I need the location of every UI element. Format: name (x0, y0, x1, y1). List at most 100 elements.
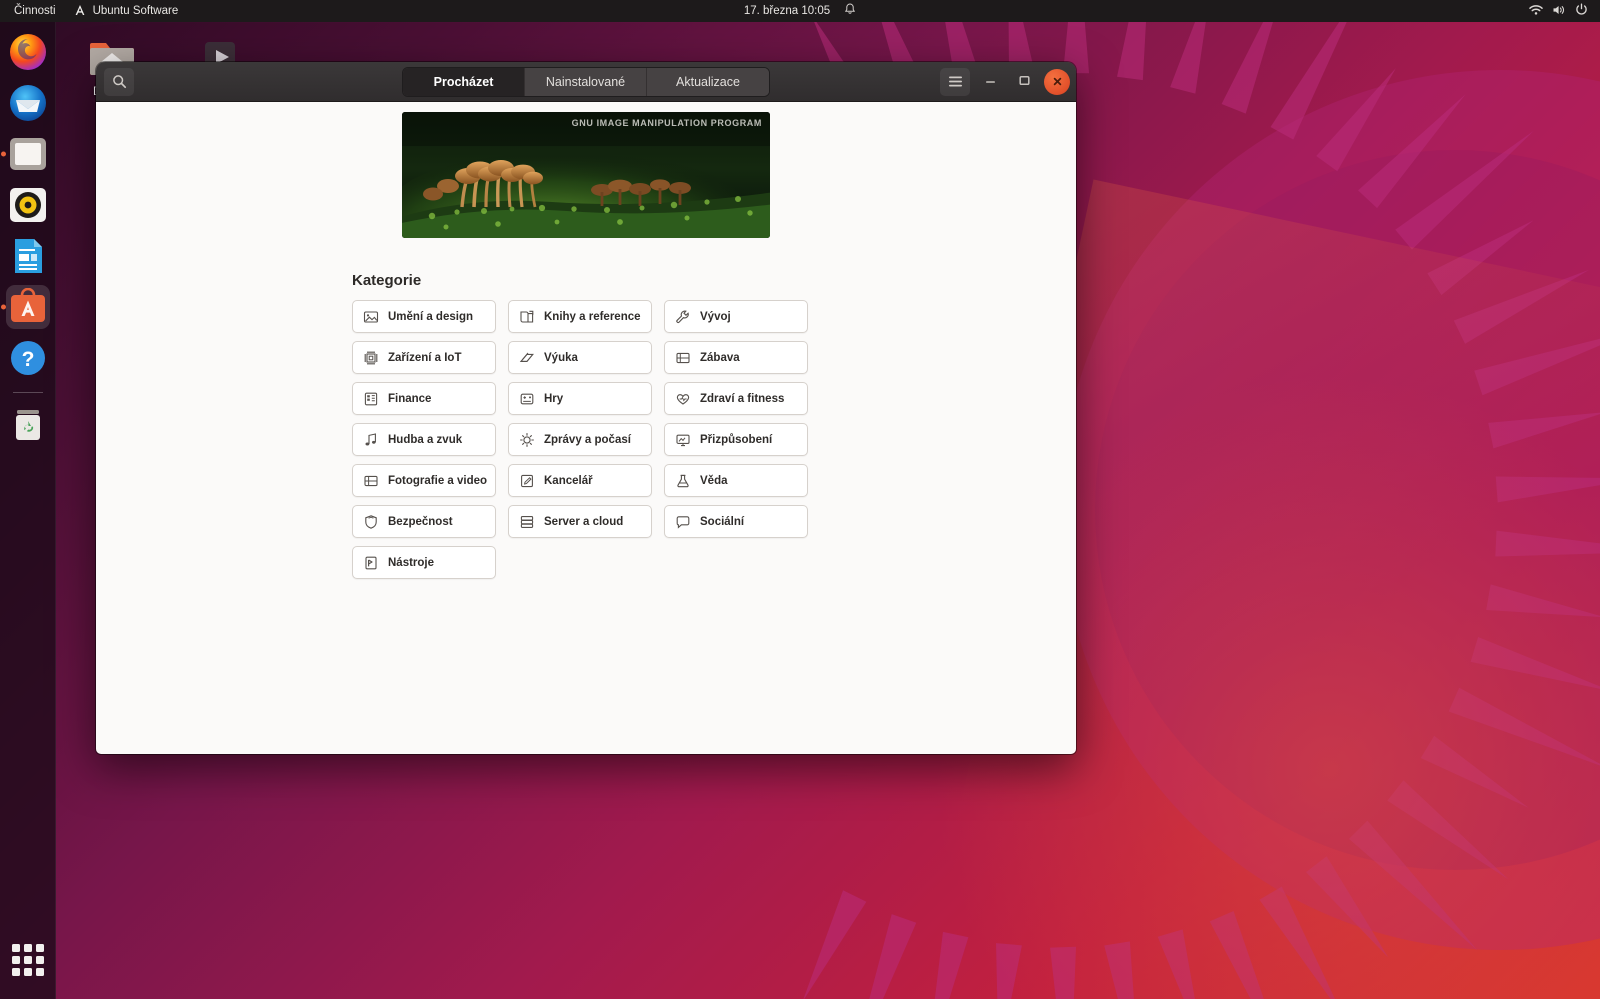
category-button-fotografie-a-video[interactable]: Fotografie a video (352, 464, 496, 497)
dock-item-libreoffice-writer[interactable] (6, 234, 50, 278)
category-label: Kancelář (544, 474, 593, 487)
wrench-icon (675, 309, 691, 325)
category-button-v-uka[interactable]: Výuka (508, 341, 652, 374)
grid-dot (35, 944, 44, 952)
trash-icon (15, 410, 40, 440)
server-icon (519, 514, 535, 530)
bank-icon (363, 391, 379, 407)
category-button-zpr-vy-a-po-as[interactable]: Zprávy a počasí (508, 423, 652, 456)
dock-item-thunderbird[interactable] (6, 81, 50, 125)
app-menu-button[interactable]: Ubuntu Software (74, 4, 178, 19)
category-button-z-bava[interactable]: Zábava (664, 341, 808, 374)
grid-dot (35, 968, 44, 976)
files-icon (9, 138, 46, 170)
education-icon (519, 350, 535, 366)
maximize-button[interactable] (1010, 68, 1038, 96)
category-label: Zábava (700, 351, 740, 364)
volume-icon[interactable] (1552, 4, 1566, 19)
dock-separator (12, 392, 43, 393)
category-label: Zařízení a IoT (388, 351, 462, 364)
banner-artwork (402, 112, 770, 238)
film-icon (675, 350, 691, 366)
tab-browse[interactable]: Procházet (403, 67, 525, 96)
dock-item-rhythmbox[interactable] (6, 183, 50, 227)
category-label: Přizpůsobení (700, 433, 773, 446)
dock: ? (0, 22, 56, 999)
category-label: Server a cloud (544, 515, 624, 528)
category-button-hudba-a-zvuk[interactable]: Hudba a zvuk (352, 423, 496, 456)
ubuntu-software-window: Procházet Nainstalované Aktualizace GNU … (96, 62, 1076, 754)
monitor-icon (675, 432, 691, 448)
close-icon (1052, 76, 1063, 87)
category-button-v-voj[interactable]: Vývoj (664, 300, 808, 333)
category-label: Nástroje (388, 556, 435, 569)
category-label: Zdraví a fitness (700, 392, 785, 405)
power-icon[interactable] (1575, 3, 1588, 19)
grid-dot (23, 968, 32, 976)
tab-installed[interactable]: Nainstalované (525, 67, 647, 96)
grid-dot (11, 968, 20, 976)
dock-item-trash[interactable] (6, 402, 50, 446)
grid-dot (35, 956, 44, 964)
firefox-icon (9, 34, 46, 70)
category-button-p-izp-soben[interactable]: Přizpůsobení (664, 423, 808, 456)
browse-view: GNU IMAGE MANIPULATION PROGRAM Kategorie… (96, 102, 1076, 754)
dock-item-files[interactable] (6, 132, 50, 176)
category-button-kancel[interactable]: Kancelář (508, 464, 652, 497)
svg-text:?: ? (21, 348, 34, 371)
book-icon (519, 309, 535, 325)
category-label: Vývoj (700, 310, 731, 323)
search-button[interactable] (104, 67, 134, 96)
category-label: Finance (388, 392, 432, 405)
window-headerbar: Procházet Nainstalované Aktualizace (96, 62, 1076, 102)
minimize-button[interactable] (976, 68, 1004, 96)
tab-updates[interactable]: Aktualizace (647, 67, 769, 96)
chip-icon (363, 350, 379, 366)
category-button-um-n-a-design[interactable]: Umění a design (352, 300, 496, 333)
show-applications-button[interactable] (9, 941, 47, 979)
close-button[interactable] (1044, 68, 1070, 95)
help-icon: ? (10, 341, 45, 375)
featured-banner-gimp[interactable]: GNU IMAGE MANIPULATION PROGRAM (402, 112, 770, 238)
category-button-zdrav-a-fitness[interactable]: Zdraví a fitness (664, 382, 808, 415)
category-label: Zprávy a počasí (544, 433, 631, 446)
thunderbird-icon (9, 85, 46, 121)
search-icon (112, 74, 127, 89)
category-label: Hudba a zvuk (388, 433, 463, 446)
banner-overlay-text: GNU IMAGE MANIPULATION PROGRAM (571, 118, 762, 128)
tools-icon (363, 555, 379, 571)
category-label: Věda (700, 474, 728, 487)
grid-dot (11, 944, 20, 952)
category-label: Umění a design (388, 310, 473, 323)
category-label: Výuka (544, 351, 578, 364)
dock-item-ubuntu-software[interactable] (5, 285, 50, 329)
categories-grid: Umění a design Knihy a reference Vývoj Zaří… (352, 300, 820, 579)
dock-item-help[interactable]: ? (6, 336, 50, 380)
wifi-icon[interactable] (1529, 4, 1543, 19)
category-button-knihy-a-reference[interactable]: Knihy a reference (508, 300, 652, 333)
category-button-hry[interactable]: Hry (508, 382, 652, 415)
category-label: Sociální (700, 515, 745, 528)
clock[interactable]: 17. března 10:05 (744, 5, 830, 17)
sun-icon (519, 432, 535, 448)
hamburger-menu-icon (948, 75, 963, 88)
category-button-za-zen-a-iot[interactable]: Zařízení a IoT (352, 341, 496, 374)
categories-section: Kategorie Umění a design Knihy a referenc… (352, 272, 820, 579)
main-menu-button[interactable] (940, 67, 970, 96)
minimize-icon (984, 74, 997, 90)
category-button-bezpe-nost[interactable]: Bezpečnost (352, 505, 496, 538)
top-panel: Činnosti Ubuntu Software 17. března 10:0… (0, 0, 1600, 22)
libreoffice-writer-icon (14, 239, 42, 273)
bell-icon[interactable] (844, 3, 856, 19)
gamepad-icon (519, 391, 535, 407)
category-button-n-stroje[interactable]: Nástroje (352, 546, 496, 579)
view-switcher-tabs: Procházet Nainstalované Aktualizace (402, 66, 770, 97)
dock-item-firefox[interactable] (6, 30, 50, 74)
category-button-soci-ln[interactable]: Sociální (664, 505, 808, 538)
filmstrip-icon (363, 473, 379, 489)
category-button-finance[interactable]: Finance (352, 382, 496, 415)
activities-button[interactable]: Činnosti (14, 5, 56, 17)
maximize-icon (1018, 74, 1031, 90)
category-button-server-a-cloud[interactable]: Server a cloud (508, 505, 652, 538)
category-button-v-da[interactable]: Věda (664, 464, 808, 497)
